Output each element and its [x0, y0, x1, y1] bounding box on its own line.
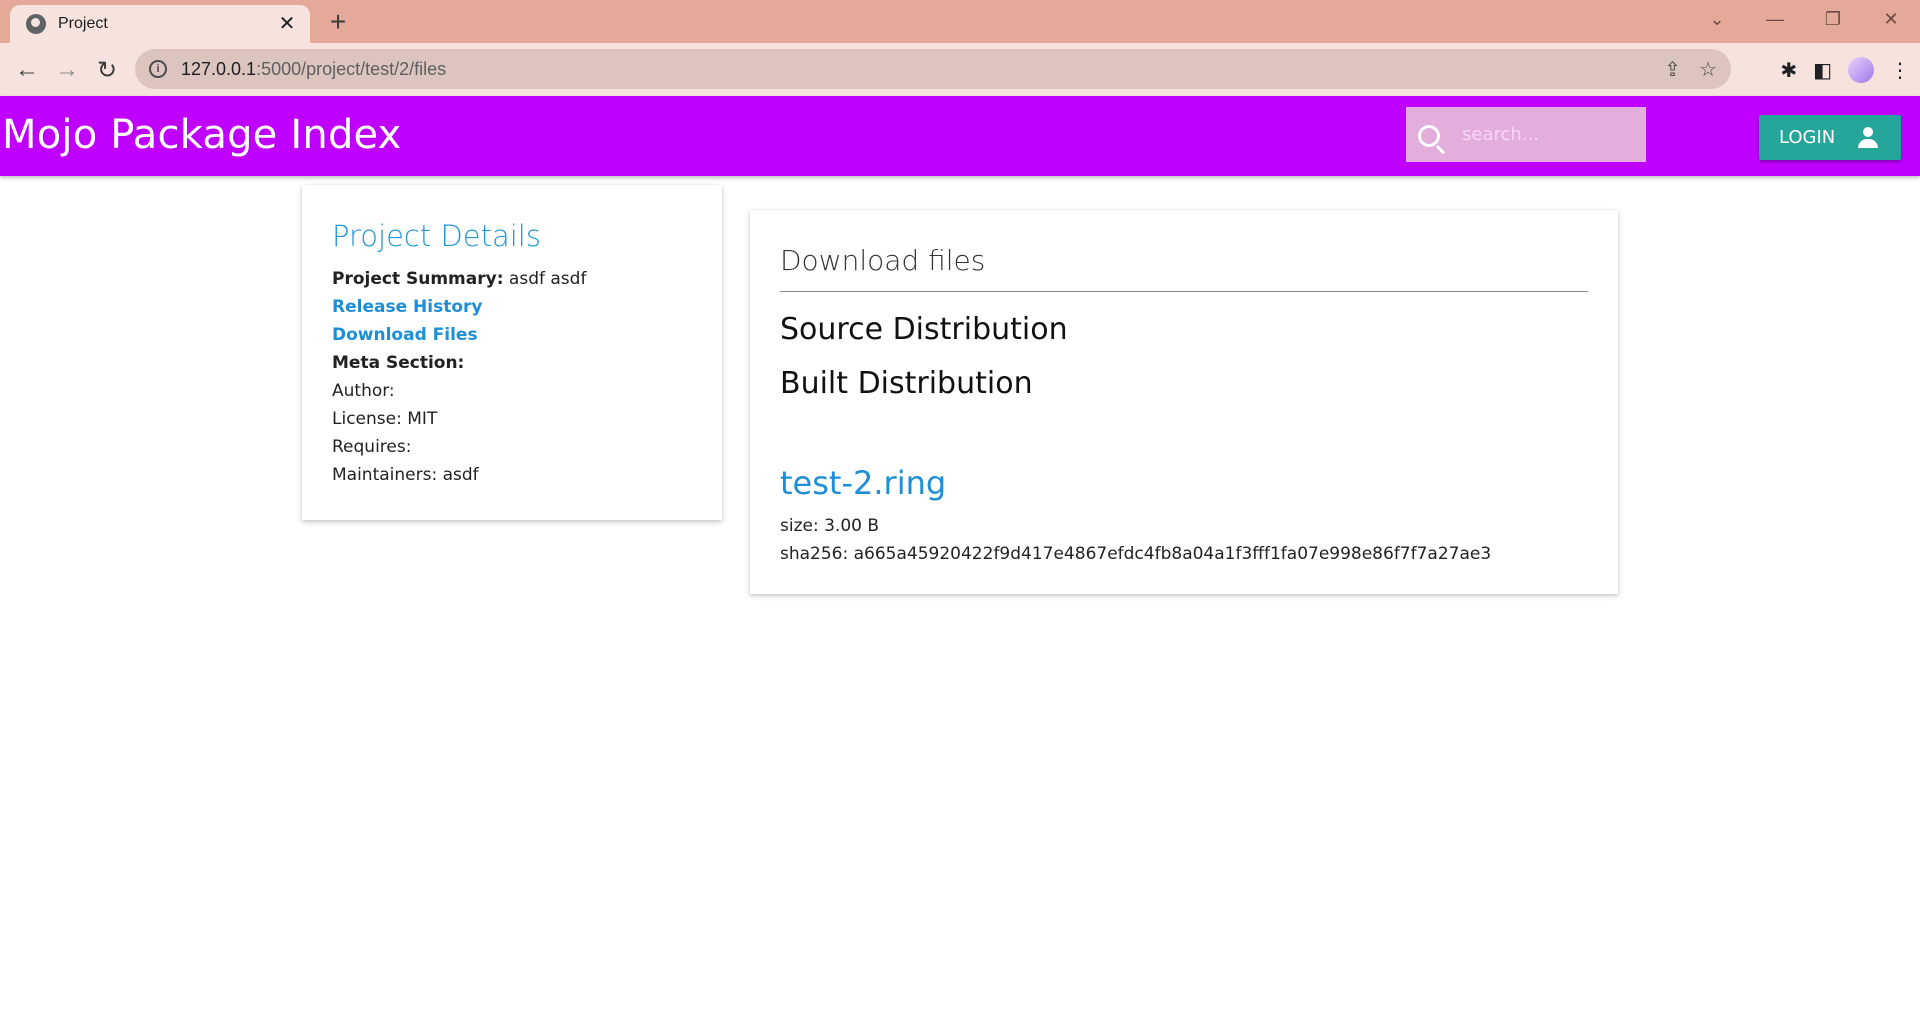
tab-title: Project — [58, 15, 108, 32]
address-bar[interactable]: i 127.0.0.1:5000/project/test/2/files ⇪ … — [135, 49, 1731, 89]
close-window-icon[interactable]: ✕ — [1862, 0, 1920, 38]
project-details-title: Project Details — [332, 219, 541, 253]
project-summary: Project Summary: asdf asdf — [332, 265, 692, 293]
search-icon — [1418, 125, 1440, 147]
meta-requires: Requires: — [332, 437, 412, 457]
file-download-link[interactable]: test-2.ring — [780, 464, 946, 502]
browser-tab[interactable]: Project ✕ — [10, 5, 310, 43]
meta-maintainers: Maintainers: asdf — [332, 465, 479, 485]
site-info-icon[interactable]: i — [149, 60, 167, 78]
new-tab-button[interactable]: + — [323, 8, 353, 38]
url-path: :5000/project/test/2/files — [256, 58, 447, 79]
project-summary-label: Project Summary: — [332, 269, 504, 289]
login-label: LOGIN — [1779, 127, 1836, 148]
back-icon[interactable]: ← — [10, 53, 44, 87]
window-controls: ⌄ — ❐ ✕ — [1688, 0, 1920, 38]
reload-icon[interactable]: ↻ — [90, 53, 124, 87]
globe-icon — [26, 14, 46, 34]
project-summary-value: asdf asdf — [508, 269, 587, 289]
file-sha256: sha256: a665a45920422f9d417e4867efdc4fb8… — [780, 544, 1492, 564]
login-button[interactable]: LOGIN — [1759, 115, 1901, 160]
download-files-title: Download files — [780, 244, 1588, 292]
meta-section-label: Meta Section: — [332, 353, 465, 373]
meta-license: License: MIT — [332, 409, 438, 429]
search-box — [1406, 107, 1646, 162]
url-text[interactable]: 127.0.0.1:5000/project/test/2/files — [181, 59, 446, 80]
browser-tabstrip: Project ✕ + ⌄ — ❐ ✕ — [0, 0, 1920, 43]
source-distribution-heading: Source Distribution — [780, 312, 1068, 347]
tab-search-icon[interactable]: ⌄ — [1688, 0, 1746, 38]
minimize-icon[interactable]: — — [1746, 0, 1804, 38]
side-panel-icon[interactable]: ◧ — [1813, 58, 1832, 83]
forward-icon[interactable]: → — [50, 53, 84, 87]
omnibox-actions: ⇪ ☆ — [1664, 49, 1717, 89]
project-details-card: Project Details Project Summary: asdf as… — [302, 185, 722, 520]
share-icon[interactable]: ⇪ — [1664, 57, 1681, 82]
url-host: 127.0.0.1 — [181, 58, 257, 79]
site-brand[interactable]: Mojo Package Index — [2, 112, 402, 158]
download-files-card: Download files Source Distribution Built… — [750, 210, 1618, 594]
person-icon — [1857, 127, 1879, 149]
extensions-puzzle-icon[interactable]: ✱ — [1780, 58, 1797, 83]
browser-toolbar: ← → ↻ i 127.0.0.1:5000/project/test/2/fi… — [0, 43, 1920, 96]
search-input[interactable] — [1462, 119, 1632, 149]
file-size: size: 3.00 B — [780, 516, 880, 536]
app-header: Mojo Package Index LOGIN — [0, 96, 1920, 176]
restore-icon[interactable]: ❐ — [1804, 0, 1862, 38]
menu-kebab-icon[interactable]: ⋮ — [1890, 58, 1910, 83]
tab-close-icon[interactable]: ✕ — [276, 13, 298, 35]
bookmark-star-icon[interactable]: ☆ — [1699, 57, 1717, 82]
extension-icons: ✱ ◧ ⋮ — [1780, 53, 1910, 87]
built-distribution-heading: Built Distribution — [780, 366, 1033, 401]
profile-avatar-icon[interactable] — [1848, 57, 1874, 83]
release-history-link[interactable]: Release History — [332, 293, 692, 321]
download-files-link[interactable]: Download Files — [332, 321, 692, 349]
meta-author: Author: — [332, 381, 395, 401]
